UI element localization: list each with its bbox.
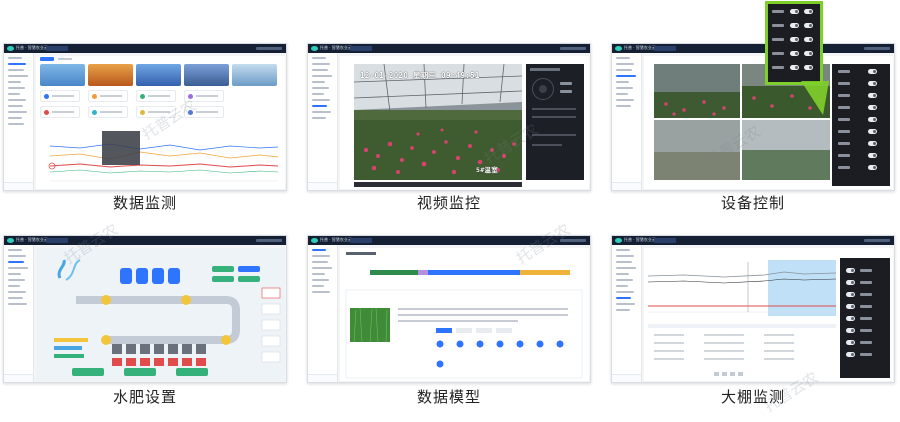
screenshot-thumbnail: 托普 · 智慧农业云 xyxy=(307,43,591,191)
video-timestamp: 12-01-2020 星期三 09:49:51 xyxy=(360,71,480,80)
top-nav-bar: 托普 · 智慧农业云 xyxy=(308,236,590,245)
ptz-control-panel[interactable] xyxy=(526,64,584,180)
fertigation-diagram xyxy=(36,248,285,381)
app-title: 托普 · 智慧农业云 xyxy=(624,237,656,242)
top-nav-bar: 托普 · 智慧农业云 xyxy=(4,236,286,245)
logo-icon xyxy=(311,238,318,243)
weather-tile xyxy=(88,64,133,86)
weather-tile xyxy=(136,64,181,86)
screenshot-thumbnail: 托普 · 智慧农业云 xyxy=(3,43,287,191)
app-title: 托普 · 智慧农业云 xyxy=(624,45,656,50)
sidebar xyxy=(612,53,642,190)
top-nav-bar: 托普 · 智慧农业云 xyxy=(4,44,286,53)
logo-icon xyxy=(615,46,622,51)
top-nav-bar: 托普 · 智慧农业云 xyxy=(308,44,590,53)
panel-data-monitoring[interactable]: 托普 · 智慧农业云 托普云农 xyxy=(3,43,287,191)
trend-line-chart xyxy=(48,131,279,182)
screenshot-thumbnail: 托普 · 智慧农业云 xyxy=(307,235,591,383)
panel-device-control[interactable]: 托普 · 智慧农业云 托普云农 xyxy=(611,1,895,191)
app-title: 托普 · 智慧农业云 xyxy=(16,237,48,242)
top-nav-bar: 托普 · 智慧农业云 xyxy=(612,236,894,245)
sidebar xyxy=(4,53,34,190)
panel-caption: 数据监测 xyxy=(112,194,177,212)
logo-icon xyxy=(311,46,318,51)
screenshot-thumbnail: 托普 · 智慧农业云 xyxy=(611,43,895,191)
weather-tile xyxy=(40,64,85,86)
sidebar xyxy=(4,245,34,382)
panel-caption: 水肥设置 xyxy=(112,388,177,406)
panel-data-model[interactable]: 托普 · 智慧农业云 托普云农 xyxy=(307,220,591,383)
growth-model-main xyxy=(340,248,589,381)
weather-tile xyxy=(184,64,229,86)
device-switch-popup[interactable] xyxy=(765,1,823,85)
greenhouse-main xyxy=(644,248,893,381)
dashboard-main xyxy=(36,56,285,189)
camera-label: 5#温室 xyxy=(476,166,499,174)
logo-icon xyxy=(7,46,14,51)
popup-connector xyxy=(801,81,829,115)
panel-caption: 设备控制 xyxy=(720,194,785,212)
screenshot-thumbnail: 托普 · 智慧农业云 xyxy=(3,235,287,383)
top-nav-bar: 托普 · 智慧农业云 xyxy=(612,44,894,53)
sidebar xyxy=(308,245,338,382)
sidebar xyxy=(308,53,338,190)
app-title: 托普 · 智慧农业云 xyxy=(16,45,48,50)
app-title: 托普 · 智慧农业云 xyxy=(320,237,352,242)
sidebar xyxy=(612,245,642,382)
panel-greenhouse-monitoring[interactable]: 托普 · 智慧农业云 托普云农 xyxy=(611,235,895,415)
app-title: 托普 · 智慧农业云 xyxy=(320,45,352,50)
panel-video-surveillance[interactable]: 托普 · 智慧农业云 12-01-2020 星期三 09:49:51 5#温室 … xyxy=(307,43,591,191)
weather-tile xyxy=(232,64,277,86)
panel-caption: 数据模型 xyxy=(416,388,481,406)
screenshot-thumbnail: 托普 · 智慧农业云 xyxy=(611,235,895,383)
video-main: 12-01-2020 星期三 09:49:51 5#温室 xyxy=(340,56,589,189)
panel-caption: 视频监控 xyxy=(416,194,481,212)
panel-fertigation-settings[interactable]: 托普 · 智慧农业云 托普云农 xyxy=(3,220,287,383)
panel-caption: 大棚监测 xyxy=(720,388,785,406)
logo-icon xyxy=(615,238,622,243)
logo-icon xyxy=(7,238,14,243)
video-feed[interactable]: 12-01-2020 星期三 09:49:51 5#温室 xyxy=(354,64,522,180)
